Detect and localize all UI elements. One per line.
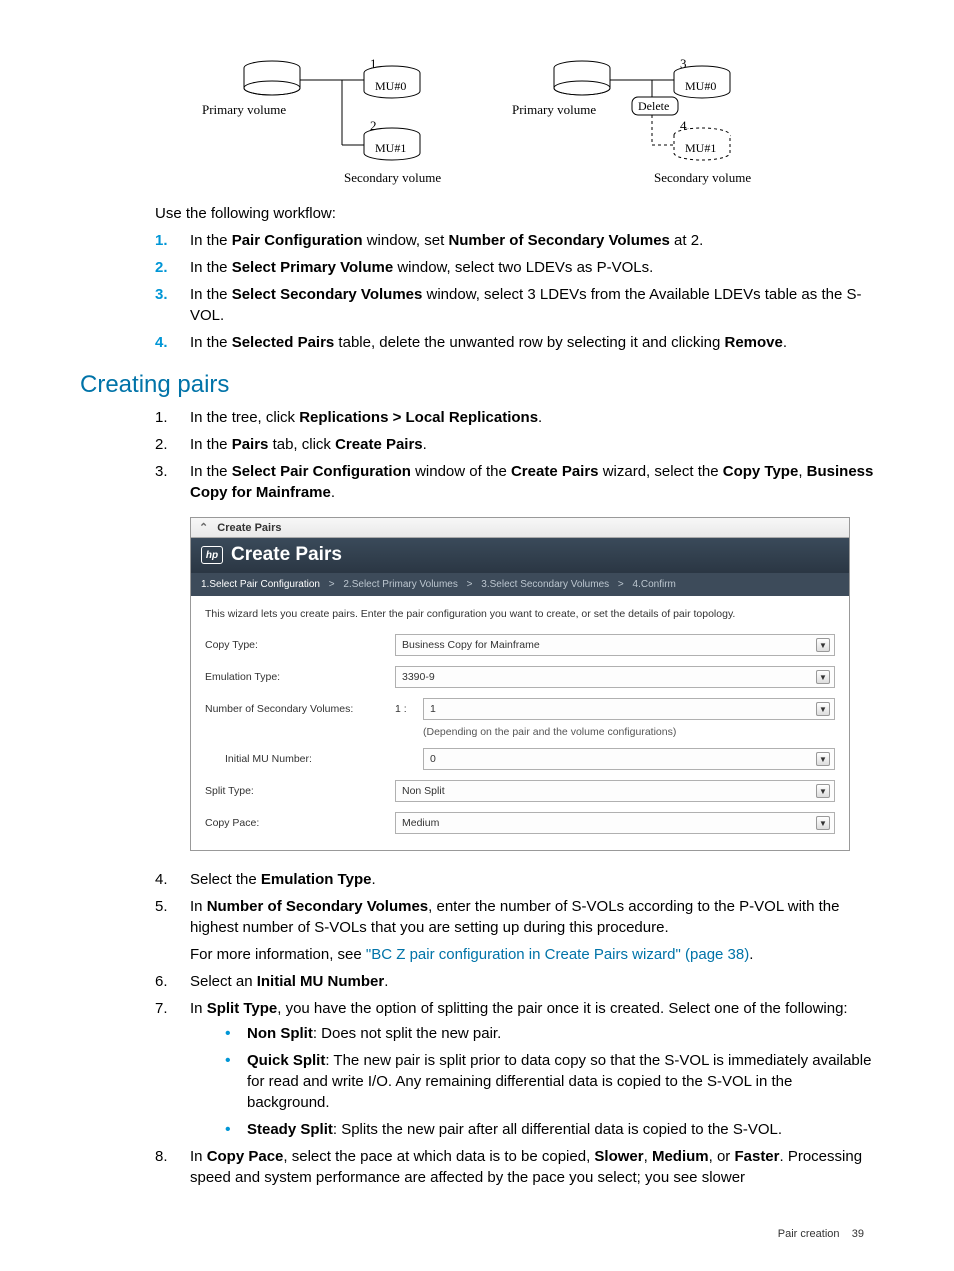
chevron-down-icon[interactable]: ▼ [816,638,830,652]
diagram-right-svg: Primary volume 3. MU#0 Delete 4. MU#1 Se… [502,50,762,185]
steps-list-a: 1.In the tree, click Replications > Loca… [155,407,874,503]
svg-text:Delete: Delete [638,99,669,113]
primary-label: Primary volume [202,102,286,117]
emulation-type-label: Emulation Type: [205,671,395,683]
wizard-step-3[interactable]: 3.Select Secondary Volumes [481,579,609,590]
emulation-type-select[interactable]: 3390-9▼ [395,666,835,688]
list-item: Steady Split: Splits the new pair after … [225,1119,874,1140]
nsv-hint: (Depending on the pair and the volume co… [423,726,835,738]
workflow-list: 1.In the Pair Configuration window, set … [155,230,874,353]
svg-text:MU#0: MU#0 [375,79,406,93]
workflow-item: 1.In the Pair Configuration window, set … [155,230,874,251]
panel-title: Create Pairs [217,522,281,534]
wizard-title: Create Pairs [231,544,342,566]
footer-page: 39 [852,1228,864,1240]
footer-section: Pair creation [778,1228,840,1240]
step-item: 4.Select the Emulation Type. [155,869,874,890]
copy-pace-select[interactable]: Medium▼ [395,812,835,834]
step-item: 6.Select an Initial MU Number. [155,971,874,992]
wizard-steps: 1.Select Pair Configuration > 2.Select P… [191,572,849,596]
diagram-right: Primary volume 3. MU#0 Delete 4. MU#1 Se… [502,50,762,185]
svg-text:MU#0: MU#0 [685,79,716,93]
nsv-select[interactable]: 1▼ [423,698,835,720]
chevron-down-icon[interactable]: ▼ [816,816,830,830]
workflow-intro: Use the following workflow: [155,205,874,222]
diagram-left-svg: Primary volume 1. MU#0 2. MU#1 Secondary… [192,50,452,185]
step-item: 3.In the Select Pair Configuration windo… [155,461,874,503]
list-item: Non Split: Does not split the new pair. [225,1023,874,1044]
step-item: 1.In the tree, click Replications > Loca… [155,407,874,428]
step-item: 8.In Copy Pace, select the pace at which… [155,1146,874,1188]
xref-link[interactable]: "BC Z pair configuration in Create Pairs… [366,946,749,963]
collapse-icon[interactable]: ⌃ [199,522,208,534]
wizard-panel-header[interactable]: ⌃ Create Pairs [191,518,849,538]
split-type-label: Split Type: [205,785,395,797]
split-options-list: Non Split: Does not split the new pair. … [225,1023,874,1140]
diagram-left: Primary volume 1. MU#0 2. MU#1 Secondary… [192,50,452,185]
split-type-select[interactable]: Non Split▼ [395,780,835,802]
hp-logo-icon: hp [201,546,223,564]
section-heading: Creating pairs [80,371,874,399]
workflow-item: 4.In the Selected Pairs table, delete th… [155,332,874,353]
imu-label: Initial MU Number: [205,753,395,765]
svg-text:Primary volume: Primary volume [512,102,596,117]
workflow-item: 3.In the Select Secondary Volumes window… [155,284,874,326]
chevron-down-icon[interactable]: ▼ [816,784,830,798]
chevron-down-icon[interactable]: ▼ [816,752,830,766]
svg-text:MU#1: MU#1 [685,141,716,155]
step-item: 2.In the Pairs tab, click Create Pairs. [155,434,874,455]
wizard-step-4[interactable]: 4.Confirm [633,579,676,590]
copy-pace-label: Copy Pace: [205,817,395,829]
svg-text:Secondary volume: Secondary volume [654,170,751,185]
wizard-step-1[interactable]: 1.Select Pair Configuration [201,579,320,590]
nsv-prefix: 1 : [395,703,415,715]
wizard-step-2[interactable]: 2.Select Primary Volumes [343,579,458,590]
list-item: Quick Split: The new pair is split prior… [225,1050,874,1113]
chevron-down-icon[interactable]: ▼ [816,670,830,684]
chevron-down-icon[interactable]: ▼ [816,702,830,716]
step-item: 7.In Split Type, you have the option of … [155,998,874,1140]
nsv-label: Number of Secondary Volumes: [205,703,395,715]
wizard-title-bar: hp Create Pairs [191,538,849,572]
copy-type-select[interactable]: Business Copy for Mainframe▼ [395,634,835,656]
steps-list-b: 4.Select the Emulation Type. 5.In Number… [155,869,874,1188]
svg-text:Secondary volume: Secondary volume [344,170,441,185]
step-item: 5.In Number of Secondary Volumes, enter … [155,896,874,965]
imu-select[interactable]: 0▼ [423,748,835,770]
svg-text:MU#1: MU#1 [375,141,406,155]
diagram-area: Primary volume 1. MU#0 2. MU#1 Secondary… [80,50,874,185]
wizard-body: This wizard lets you create pairs. Enter… [191,596,849,850]
create-pairs-wizard: ⌃ Create Pairs hp Create Pairs 1.Select … [190,517,850,851]
copy-type-label: Copy Type: [205,639,395,651]
wizard-description: This wizard lets you create pairs. Enter… [205,608,835,620]
page-footer: Pair creation 39 [80,1228,874,1240]
workflow-item: 2.In the Select Primary Volume window, s… [155,257,874,278]
